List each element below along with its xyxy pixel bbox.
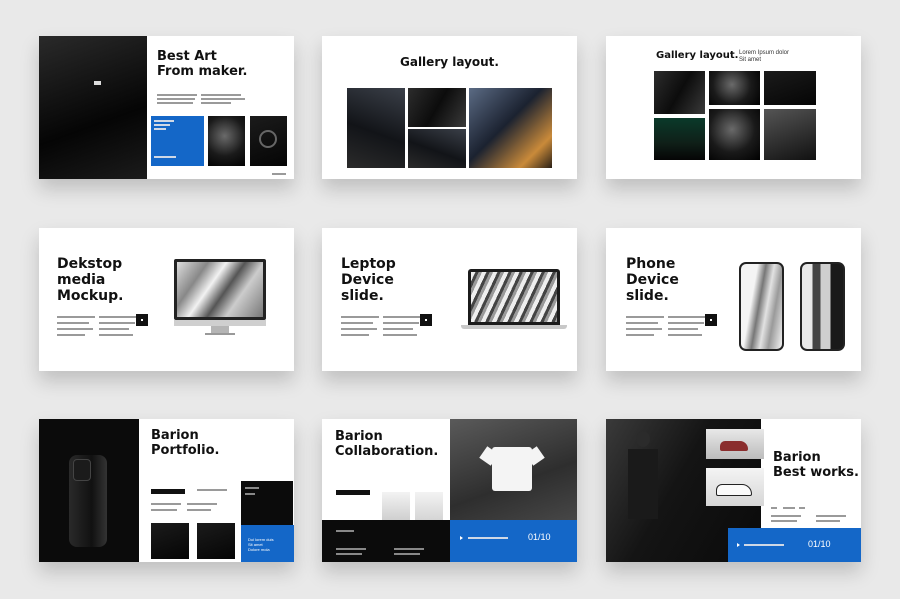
phone-1 [739,262,784,351]
page-number: 01/10 [808,539,831,549]
slide-barion-collaboration[interactable]: Barion Collaboration. 01/10 [322,419,577,562]
dark-footer [322,520,450,562]
slide-barion-best-works[interactable]: Barion Best works. 01/10 [606,419,861,562]
slide-title: Barion Best works. [773,450,859,480]
slide-subtitle: Lorem Ipsum dolor Sit amet [739,50,790,64]
blue-footer: 01/10 [728,528,861,562]
headphones-photo [250,116,287,166]
watch-photo [151,523,189,559]
slide-title: Barion Portfolio. [151,428,220,458]
portrait-photo [408,88,466,127]
shirt-photo-2 [415,492,443,520]
slide-title: Phone Device slide. [626,256,679,305]
laptop-screen [468,269,560,325]
slide-title: Gallery layout. [656,50,739,61]
bottle-photo [197,523,235,559]
wheel-photo [709,71,760,105]
phone-2 [800,262,845,351]
slide-title: Gallery layout. [400,55,499,69]
blue-text-block [151,116,204,166]
neon-sign-photo [764,71,816,105]
tshirt-photo [450,419,577,520]
desktop-monitor [174,259,266,320]
slide-phone-device[interactable]: Phone Device slide. [606,228,861,371]
slide-gallery-layout-2[interactable]: Gallery layout. Lorem Ipsum dolor Sit ame… [606,36,861,179]
label-pill [151,489,185,494]
slide-title: Best Art From maker. [157,49,248,79]
slide-gallery-layout-1[interactable]: Gallery layout. [322,36,577,179]
street-photo [408,129,466,168]
green-photo [654,118,705,160]
blue-footer: 01/10 [450,520,577,562]
dark-info-block [241,481,293,525]
slide-title: Barion Collaboration. [335,429,439,459]
slide-laptop-device[interactable]: Leptop Device slide. [322,228,577,371]
slide-title: Leptop Device slide. [341,256,396,305]
slide-title: Dekstop media Mockup. [57,256,124,305]
label-pill [336,490,370,495]
marker-square [136,314,148,326]
marker-square [705,314,717,326]
slide-desktop-mockup[interactable]: Dekstop media Mockup. [39,228,294,371]
hand-photo [709,109,760,160]
shoe-photo-2 [706,468,764,506]
hanger-photo [39,36,147,179]
building-photo [764,109,816,160]
people-photo [654,71,705,114]
slide-best-art[interactable]: Best Art From maker. [39,36,294,179]
slide-barion-portfolio[interactable]: Barion Portfolio. Dui lorem duis Sit amet D… [39,419,294,562]
jersey-photo [469,88,552,168]
phone-photo [39,419,139,562]
shoe-photo-1 [706,429,764,459]
blue-footer-block: Dui lorem duis Sit amet Dolore mola [241,525,294,562]
marker-square [420,314,432,326]
page-number: 01/10 [528,532,551,542]
shirt-photo-1 [382,492,410,520]
tag-shape [94,81,101,85]
camera-photo [208,116,245,166]
sneakers-photo [347,88,405,168]
